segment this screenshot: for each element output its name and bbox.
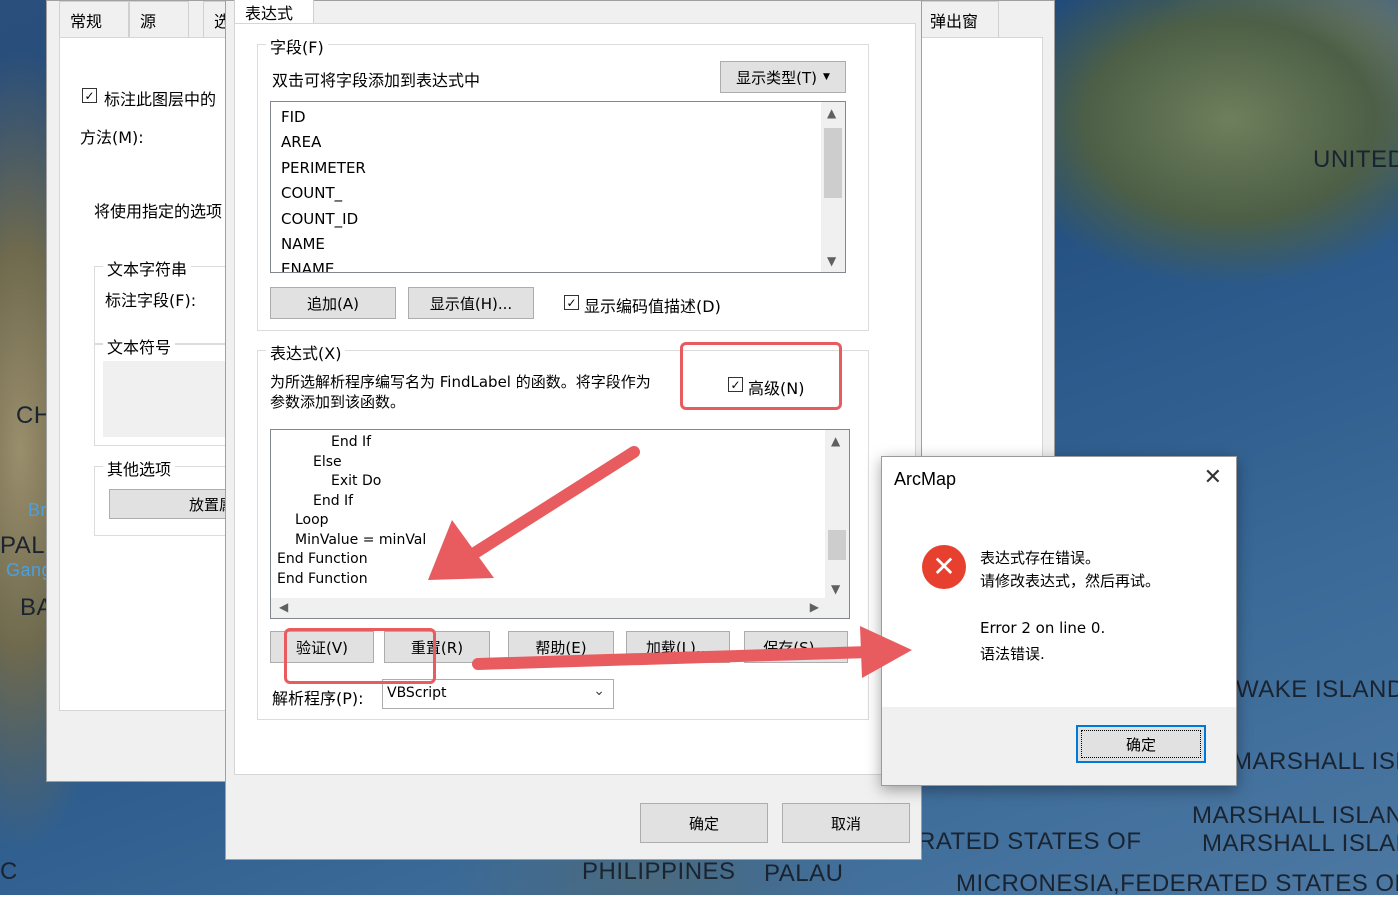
- annotation-arrow-right: [472, 626, 912, 678]
- annotation-arrows: [428, 446, 912, 678]
- annotation-arrow-down-left: [428, 446, 640, 580]
